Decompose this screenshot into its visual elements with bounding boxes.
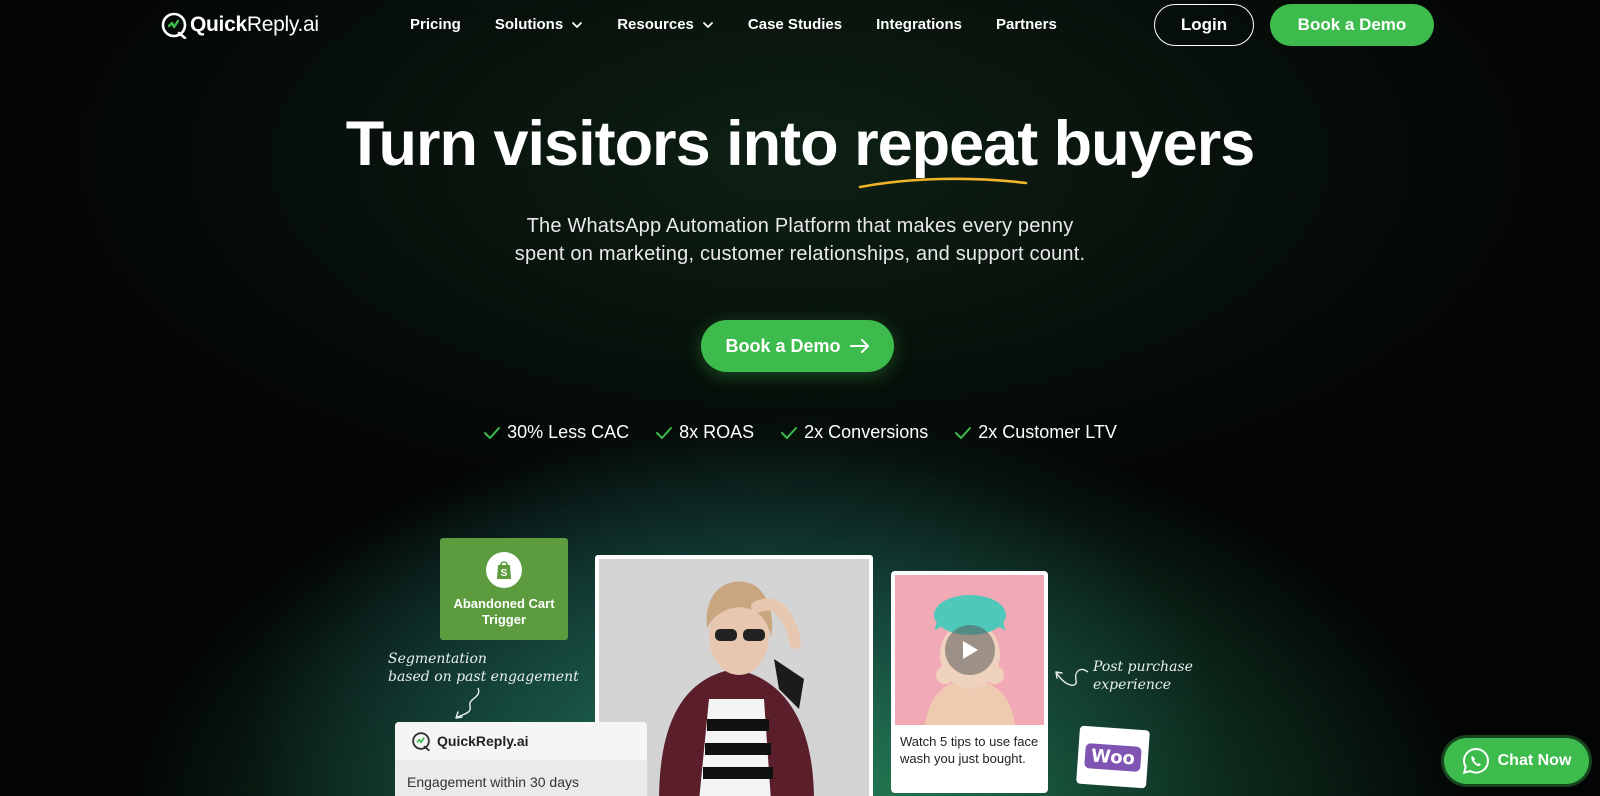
arrow-right-icon [849,339,869,353]
nav-item-partners[interactable]: Partners [996,16,1057,33]
quickreply-engagement-card: QuickReply.ai Engagement within 30 days [395,722,647,796]
nav-item-solutions[interactable]: Solutions [495,16,583,33]
segmentation-note: Segmentation based on past engagement [388,651,579,685]
hero-title-highlight: repeat [854,109,1038,179]
post-purchase-note: Post purchase experience [1093,659,1193,693]
logo[interactable]: QuickReply.ai [160,11,319,39]
check-icon [955,426,972,439]
hero-subtitle: The WhatsApp Automation Platform that ma… [514,215,1086,265]
trigger-label: Abandoned Cart Trigger [453,596,555,627]
abandoned-cart-trigger-card: S Abandoned Cart Trigger [440,538,568,640]
check-icon [781,426,798,439]
shopify-icon: S [486,552,522,588]
highlight-underline [858,177,1028,189]
logo-mark-icon [412,732,430,751]
top-navigation: QuickReply.ai Pricing Solutions Resource… [0,0,1600,50]
curved-arrow-icon [455,687,480,719]
logo-text: QuickReply.ai [190,13,319,36]
qr-card-body: Engagement within 30 days [407,774,579,790]
nav-item-integrations[interactable]: Integrations [876,16,962,33]
play-icon[interactable] [944,625,995,675]
stat-item: 2x Customer LTV [954,422,1117,443]
woocommerce-icon: Woo [1076,725,1150,789]
qr-card-header: QuickReply.ai [395,722,647,760]
hero-title: Turn visitors into repeat buyers [345,109,1256,179]
video-caption: Watch 5 tips to use face wash you just b… [900,734,1039,766]
stat-item: 8x ROAS [655,422,754,443]
chevron-down-icon [703,21,713,28]
nav-item-case-studies[interactable]: Case Studies [748,16,842,33]
curved-arrow-icon [1055,668,1089,686]
svg-text:S: S [501,568,508,579]
hero-book-demo-button[interactable]: Book a Demo [701,320,894,372]
nav-links: Pricing Solutions Resources Case Studies… [410,16,1091,33]
stat-item: 2x Conversions [780,422,928,443]
logo-mark-icon [161,12,187,39]
chevron-down-icon [572,21,583,28]
nav-item-pricing[interactable]: Pricing [410,16,461,33]
stats-row: 30% Less CAC 8x ROAS 2x Conversions 2x C… [0,422,1600,443]
check-icon [656,426,673,439]
chat-now-button[interactable]: Chat Now [1444,738,1589,784]
video-thumbnail[interactable] [895,575,1044,725]
stat-item: 30% Less CAC [483,422,629,443]
nav-item-resources[interactable]: Resources [617,16,714,33]
video-tip-card[interactable]: Watch 5 tips to use face wash you just b… [891,571,1048,793]
book-demo-button[interactable]: Book a Demo [1270,4,1434,46]
login-button[interactable]: Login [1154,4,1254,46]
check-icon [484,426,501,439]
whatsapp-icon [1462,747,1489,774]
